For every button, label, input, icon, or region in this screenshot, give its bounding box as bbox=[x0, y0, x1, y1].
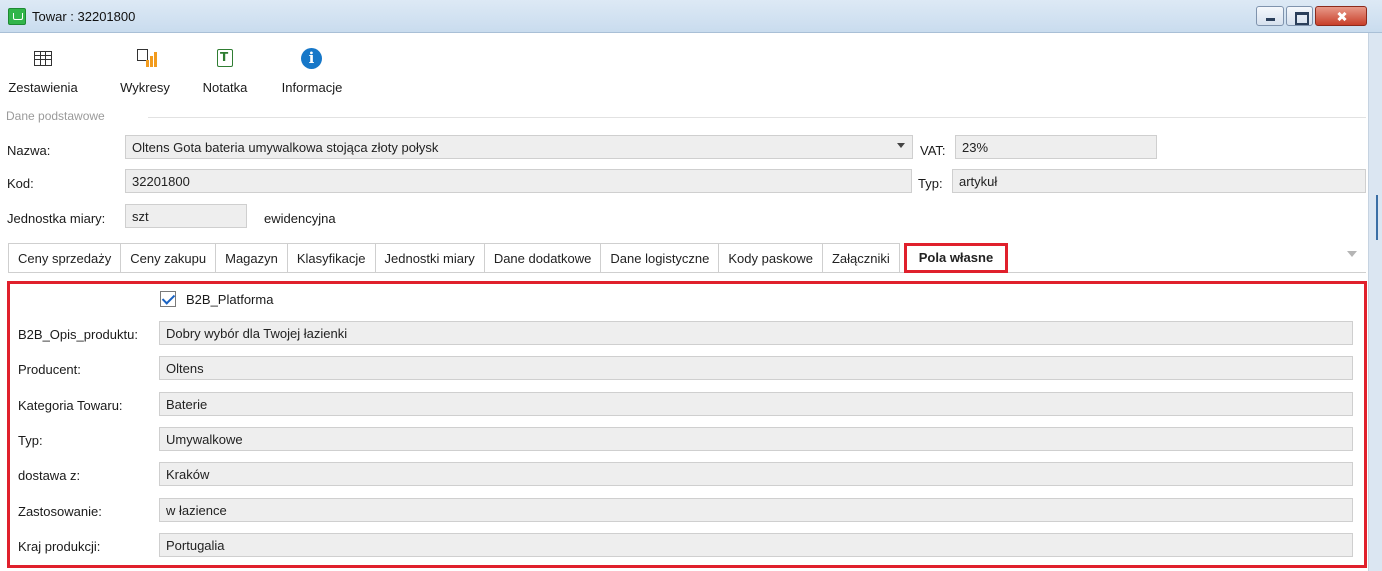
field-label-kategoria: Kategoria Towaru: bbox=[18, 398, 123, 413]
tab-ceny-sprzedazy[interactable]: Ceny sprzedaży bbox=[8, 243, 122, 273]
tab-ceny-zakupu[interactable]: Ceny zakupu bbox=[121, 243, 217, 273]
b2b-platforma-label[interactable]: B2B_Platforma bbox=[186, 292, 273, 307]
chart-icon bbox=[137, 49, 157, 67]
toolbar-zestawienia-button[interactable]: Zestawienia bbox=[5, 42, 81, 95]
window-frame-right bbox=[1368, 33, 1382, 571]
code-label: Kod: bbox=[7, 176, 34, 191]
field-value-producent[interactable]: Oltens bbox=[159, 356, 1353, 380]
window-title: Towar : 32201800 bbox=[32, 9, 136, 24]
type-field[interactable]: artykuł bbox=[952, 169, 1366, 193]
field-value-zastosowanie[interactable]: w łazience bbox=[159, 498, 1353, 522]
unit-note: ewidencyjna bbox=[264, 211, 336, 226]
tab-overflow-chevron-icon[interactable] bbox=[1347, 251, 1357, 257]
tab-klasyfikacje[interactable]: Klasyfikacje bbox=[287, 243, 376, 273]
field-value-dostawa[interactable]: Kraków bbox=[159, 462, 1353, 486]
group-divider bbox=[148, 117, 1366, 118]
field-label-kraj: Kraj produkcji: bbox=[18, 539, 101, 554]
b2b-platforma-checkbox[interactable] bbox=[160, 291, 176, 307]
code-field[interactable]: 32201800 bbox=[125, 169, 912, 193]
vat-label: VAT: bbox=[920, 143, 946, 158]
tab-bar: Ceny sprzedaży Ceny zakupu Magazyn Klasy… bbox=[8, 243, 1366, 273]
tab-dane-logistyczne[interactable]: Dane logistyczne bbox=[601, 243, 720, 273]
close-button[interactable] bbox=[1315, 6, 1367, 26]
chevron-down-icon[interactable] bbox=[897, 143, 905, 148]
field-label-dostawa: dostawa z: bbox=[18, 468, 81, 483]
name-label: Nazwa: bbox=[7, 143, 51, 158]
toolbar-wykresy-label: Wykresy bbox=[120, 80, 170, 95]
field-label-zastosowanie: Zastosowanie: bbox=[18, 504, 102, 519]
toolbar-informacje-label: Informacje bbox=[281, 80, 343, 95]
info-icon: i bbox=[301, 48, 322, 69]
toolbar-notatka-button[interactable]: T Notatka bbox=[196, 42, 254, 95]
tab-dane-dodatkowe[interactable]: Dane dodatkowe bbox=[484, 243, 602, 273]
toolbar-wykresy-button[interactable]: Wykresy bbox=[115, 42, 175, 95]
field-value-typ[interactable]: Umywalkowe bbox=[159, 427, 1353, 451]
tab-zalaczniki[interactable]: Załączniki bbox=[822, 243, 900, 273]
unit-label: Jednostka miary: bbox=[7, 211, 106, 226]
toolbar-notatka-label: Notatka bbox=[202, 80, 248, 95]
name-combobox[interactable]: Oltens Gota bateria umywalkowa stojąca z… bbox=[125, 135, 913, 159]
field-value-kraj[interactable]: Portugalia bbox=[159, 533, 1353, 557]
field-label-opis: B2B_Opis_produktu: bbox=[18, 327, 138, 342]
table-grid-icon bbox=[34, 51, 52, 66]
field-value-opis[interactable]: Dobry wybór dla Twojej łazienki bbox=[159, 321, 1353, 345]
tab-kody-paskowe[interactable]: Kody paskowe bbox=[719, 243, 823, 273]
tab-magazyn[interactable]: Magazyn bbox=[216, 243, 288, 273]
toolbar-informacje-button[interactable]: i Informacje bbox=[274, 42, 350, 95]
title-bar: Towar : 32201800 bbox=[0, 0, 1382, 33]
field-value-kategoria[interactable]: Baterie bbox=[159, 392, 1353, 416]
type-label: Typ: bbox=[918, 176, 943, 191]
scrollbar-thumb[interactable] bbox=[1376, 195, 1378, 240]
note-icon: T bbox=[217, 49, 233, 67]
field-label-producent: Producent: bbox=[18, 362, 81, 377]
toolbar-zestawienia-label: Zestawienia bbox=[8, 80, 78, 95]
tab-pola-wlasne[interactable]: Pola własne bbox=[903, 243, 1009, 273]
field-label-typ: Typ: bbox=[18, 433, 43, 448]
tab-jednostki-miary[interactable]: Jednostki miary bbox=[375, 243, 485, 273]
group-label-basic: Dane podstawowe bbox=[6, 109, 105, 123]
maximize-button[interactable] bbox=[1286, 6, 1313, 26]
minimize-button[interactable] bbox=[1256, 6, 1284, 26]
vat-field[interactable]: 23% bbox=[955, 135, 1157, 159]
app-icon bbox=[8, 8, 26, 25]
unit-field[interactable]: szt bbox=[125, 204, 247, 228]
